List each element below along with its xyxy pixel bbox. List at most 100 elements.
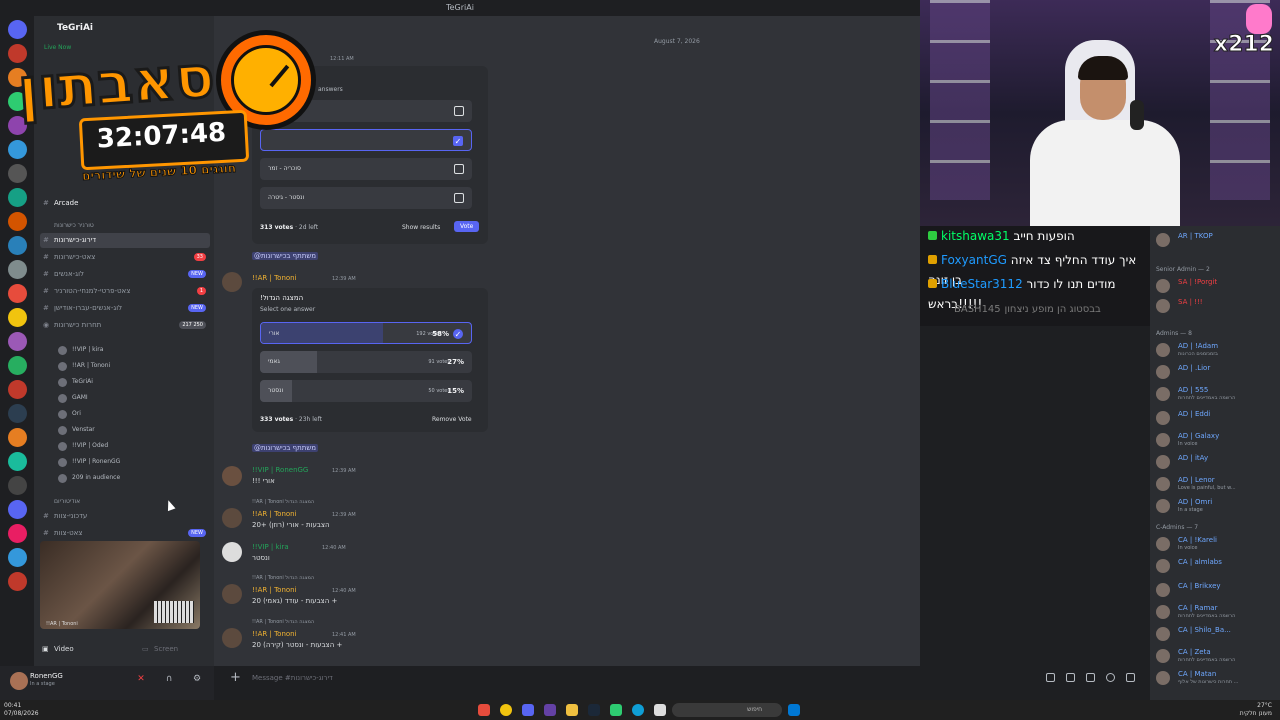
message-author[interactable]: !!VIP | RonenGG [252, 466, 308, 474]
server-icon[interactable] [8, 212, 27, 231]
member-item[interactable]: CA | !Kareli In voice [1154, 534, 1278, 554]
member-item[interactable]: CA | Matan תחרות כישרונות של אלוף ... [1154, 668, 1278, 688]
avatar[interactable] [222, 508, 242, 528]
checkbox[interactable] [454, 106, 464, 116]
message-input[interactable]: Message #דירוג-כישרונות [252, 674, 333, 682]
voice-user[interactable]: !!VIP | Oded [58, 440, 108, 452]
server-icon[interactable] [8, 476, 27, 495]
windows-start-icon[interactable] [788, 704, 800, 716]
member-item[interactable]: AD | Lenor Love is painful, but w... [1154, 474, 1278, 494]
video-button[interactable]: ▣ Video [40, 643, 110, 656]
taskbar-search[interactable]: חיפוש [672, 703, 782, 717]
server-icon[interactable] [8, 236, 27, 255]
chrome-icon[interactable] [500, 704, 512, 716]
voice-user[interactable]: !!VIP | RonenGG [58, 456, 120, 468]
server-icon[interactable] [8, 260, 27, 279]
member-item[interactable]: AD | itAy [1154, 452, 1278, 472]
mention[interactable]: @משתתף בכישרונות [252, 252, 319, 260]
gift-icon[interactable] [1046, 673, 1055, 682]
message-author[interactable]: !!AR | Tononi [252, 630, 297, 638]
checkbox[interactable] [454, 164, 464, 174]
server-icon[interactable] [8, 548, 27, 567]
reply-reference[interactable]: !!AR | Tononi המצגה הגדול [252, 499, 314, 505]
server-icon[interactable] [8, 428, 27, 447]
member-item[interactable]: AD | Galaxy In voice [1154, 430, 1278, 450]
gif-icon[interactable] [1066, 673, 1075, 682]
sticker-icon[interactable] [1086, 673, 1095, 682]
stage-channel[interactable]: ◉ תחרות כישרונות 217 250 [40, 318, 210, 333]
message-author[interactable]: !!AR | Tononi [252, 274, 297, 282]
message-author[interactable]: !!AR | Tononi [252, 510, 297, 518]
poll-result[interactable]: ונסטר 50 votes 15% [260, 380, 472, 402]
server-icon[interactable] [8, 404, 27, 423]
app-icon[interactable] [478, 704, 490, 716]
voice-user[interactable]: !!VIP | kira [58, 344, 103, 356]
avatar[interactable] [222, 628, 242, 648]
steam-icon[interactable] [588, 704, 600, 716]
member-item[interactable]: AR | TKOP [1154, 230, 1278, 250]
edge-icon[interactable] [632, 704, 644, 716]
channel-item[interactable]: # עדכוני-צוות [40, 509, 210, 524]
server-icon[interactable] [8, 20, 27, 39]
server-name[interactable]: TeGriAi [34, 16, 214, 42]
member-item[interactable]: CA | Shilo_Ba... [1154, 624, 1278, 644]
reply-reference[interactable]: !!AR | Tononi המצגה הגדול [252, 575, 314, 581]
app-icon[interactable] [610, 704, 622, 716]
avatar[interactable] [222, 542, 242, 562]
reply-reference[interactable]: !!AR | Tononi המצגה הגדול [252, 619, 314, 625]
avatar[interactable] [222, 584, 242, 604]
voice-user[interactable]: !!AR | Tononi [58, 360, 110, 372]
emoji-icon[interactable] [1106, 673, 1115, 682]
member-item[interactable]: CA | Brikxey [1154, 580, 1278, 600]
server-icon[interactable] [8, 524, 27, 543]
app-icon[interactable] [544, 704, 556, 716]
message-author[interactable]: !!VIP | kira [252, 543, 289, 551]
mute-mic-icon[interactable]: ✕ [136, 674, 146, 684]
member-item[interactable]: AD | !Adam בזמנזמנים הכרונות [1154, 340, 1278, 360]
member-item[interactable]: SA | !!! [1154, 296, 1278, 316]
channel-item[interactable]: # צאט-צוות NEW [40, 526, 210, 541]
category-label[interactable]: טורניר כישרונות [54, 222, 94, 229]
server-icon[interactable] [8, 380, 27, 399]
checkbox-checked[interactable]: ✓ [453, 136, 463, 146]
apps-icon[interactable] [1126, 673, 1135, 682]
poll-result-winner[interactable]: אורי 192 votes 58% ✓ [260, 322, 472, 344]
server-icon[interactable] [8, 308, 27, 327]
voice-user[interactable]: Venstar [58, 424, 95, 436]
voice-user[interactable]: TeGriAi [58, 376, 93, 388]
channel-item[interactable]: # לוג-אנשים-עברו-אודישן NEW [40, 301, 210, 316]
weather-widget[interactable]: 27°C מעונן חלקית [1240, 702, 1272, 718]
clock[interactable]: 00:41 07/08/2026 [4, 702, 39, 718]
user-name[interactable]: RonenGG [30, 672, 63, 680]
gear-icon[interactable]: ⚙ [192, 674, 202, 684]
server-icon[interactable] [8, 332, 27, 351]
server-icon[interactable] [8, 452, 27, 471]
message-author[interactable]: !!AR | Tononi [252, 586, 297, 594]
server-icon[interactable] [8, 284, 27, 303]
server-icon[interactable] [8, 500, 27, 519]
member-item[interactable]: CA | almlabs [1154, 556, 1278, 576]
server-icon[interactable] [8, 572, 27, 591]
poll-result[interactable]: גאמי 91 votes 27% [260, 351, 472, 373]
category-label[interactable]: אודיטוריום [54, 498, 80, 505]
member-item[interactable]: AD | 555 הרשמה באמדיינים לתחרות [1154, 384, 1278, 404]
remove-vote-button[interactable]: Remove Vote [432, 416, 472, 423]
discord-icon[interactable] [522, 704, 534, 716]
mention[interactable]: @משתתף בכישרונות [252, 444, 319, 452]
stream-preview[interactable]: !!AR | Tononi [40, 541, 200, 629]
avatar[interactable] [222, 466, 242, 486]
folder-icon[interactable] [566, 704, 578, 716]
show-results-button[interactable]: Show results [402, 224, 440, 231]
checkbox[interactable] [454, 193, 464, 203]
screen-share-button[interactable]: ▭ Screen [140, 643, 200, 656]
voice-user[interactable]: GAMI [58, 392, 88, 404]
vote-button[interactable]: Vote [454, 221, 480, 232]
member-item[interactable]: CA | Zeta הרשמה באמדיינים לתחרות [1154, 646, 1278, 666]
audience-count[interactable]: 209 in audience [58, 472, 120, 484]
channel-item[interactable]: # דירוג-כישרונות [40, 233, 210, 248]
member-item[interactable]: CA | Ramar הרשמה באמדיינים לתחרות [1154, 602, 1278, 622]
member-item[interactable]: AD | Eddi [1154, 408, 1278, 428]
channel-item[interactable]: # צאט-פרטי-למנחי-הטורניר 1 [40, 284, 210, 299]
plus-icon[interactable]: + [230, 670, 241, 685]
avatar[interactable] [222, 272, 242, 292]
